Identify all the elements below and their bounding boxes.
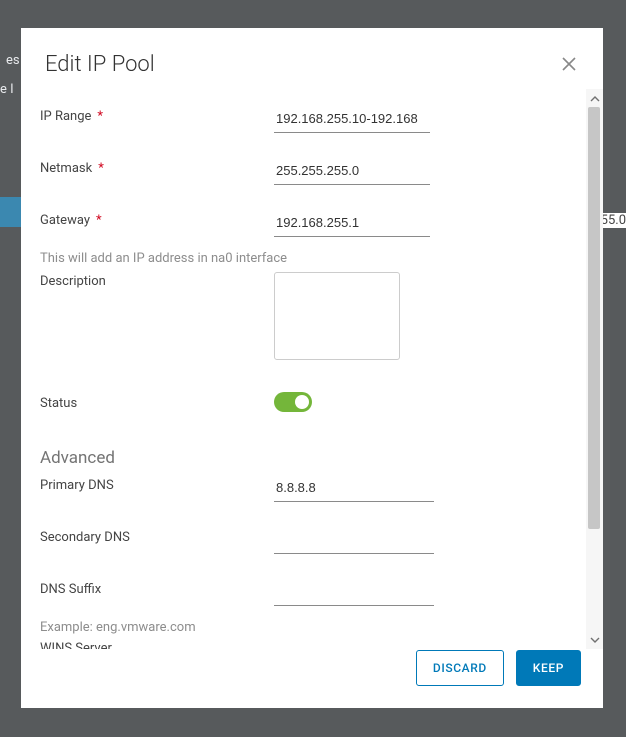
- row-secondary-dns: Secondary DNS: [40, 516, 578, 568]
- keep-button[interactable]: KEEP: [516, 650, 581, 686]
- label-secondary-dns: Secondary DNS: [40, 528, 274, 545]
- row-primary-dns: Primary DNS: [40, 470, 578, 516]
- bg-crumb-1: es: [6, 53, 20, 68]
- scrollbar[interactable]: [586, 89, 603, 649]
- label-wins-server: WINS Server: [40, 639, 274, 649]
- bg-crumb-2: e I: [0, 82, 14, 97]
- ip-range-input[interactable]: [274, 107, 430, 133]
- label-primary-dns: Primary DNS: [40, 476, 274, 493]
- advanced-heading: Advanced: [40, 426, 578, 470]
- netmask-input[interactable]: [274, 159, 430, 185]
- dialog-title: Edit IP Pool: [45, 52, 155, 77]
- gateway-help-text: This will add an IP address in na0 inter…: [40, 251, 578, 268]
- label-status: Status: [40, 394, 274, 411]
- scroll-up-icon[interactable]: [587, 91, 602, 106]
- description-textarea[interactable]: [274, 272, 400, 360]
- label-ip-range: IP Range*: [40, 107, 274, 124]
- row-dns-suffix: DNS Suffix: [40, 568, 578, 620]
- dns-suffix-example: Example: eng.vmware.com: [40, 620, 578, 637]
- status-toggle[interactable]: [274, 392, 312, 412]
- bg-selected-row: [0, 197, 21, 227]
- required-icon: *: [98, 161, 104, 176]
- row-gateway: Gateway*: [40, 199, 578, 251]
- row-ip-range: IP Range*: [40, 95, 578, 147]
- label-dns-suffix: DNS Suffix: [40, 580, 274, 597]
- primary-dns-input[interactable]: [274, 476, 434, 502]
- label-description: Description: [40, 272, 274, 289]
- dialog-footer: DISCARD KEEP: [21, 649, 603, 708]
- close-icon[interactable]: [561, 56, 579, 74]
- dns-suffix-input[interactable]: [274, 580, 434, 606]
- gateway-input[interactable]: [274, 211, 430, 237]
- secondary-dns-input[interactable]: [274, 528, 434, 554]
- row-description: Description: [40, 268, 578, 374]
- dialog-body: IP Range* Netmask* Gateway* This will ad…: [40, 89, 586, 649]
- row-wins-server: WINS Server: [40, 637, 578, 649]
- dialog-header: Edit IP Pool: [21, 28, 603, 89]
- discard-button[interactable]: DISCARD: [416, 650, 504, 686]
- row-status: Status: [40, 374, 578, 426]
- required-icon: *: [97, 109, 103, 124]
- row-netmask: Netmask*: [40, 147, 578, 199]
- scrollbar-thumb[interactable]: [588, 107, 600, 529]
- label-netmask: Netmask*: [40, 159, 274, 176]
- required-icon: *: [96, 213, 102, 228]
- edit-ip-pool-dialog: Edit IP Pool IP Range* Netmask* Gateway*: [21, 28, 603, 708]
- label-gateway: Gateway*: [40, 211, 274, 228]
- scroll-down-icon[interactable]: [587, 632, 602, 647]
